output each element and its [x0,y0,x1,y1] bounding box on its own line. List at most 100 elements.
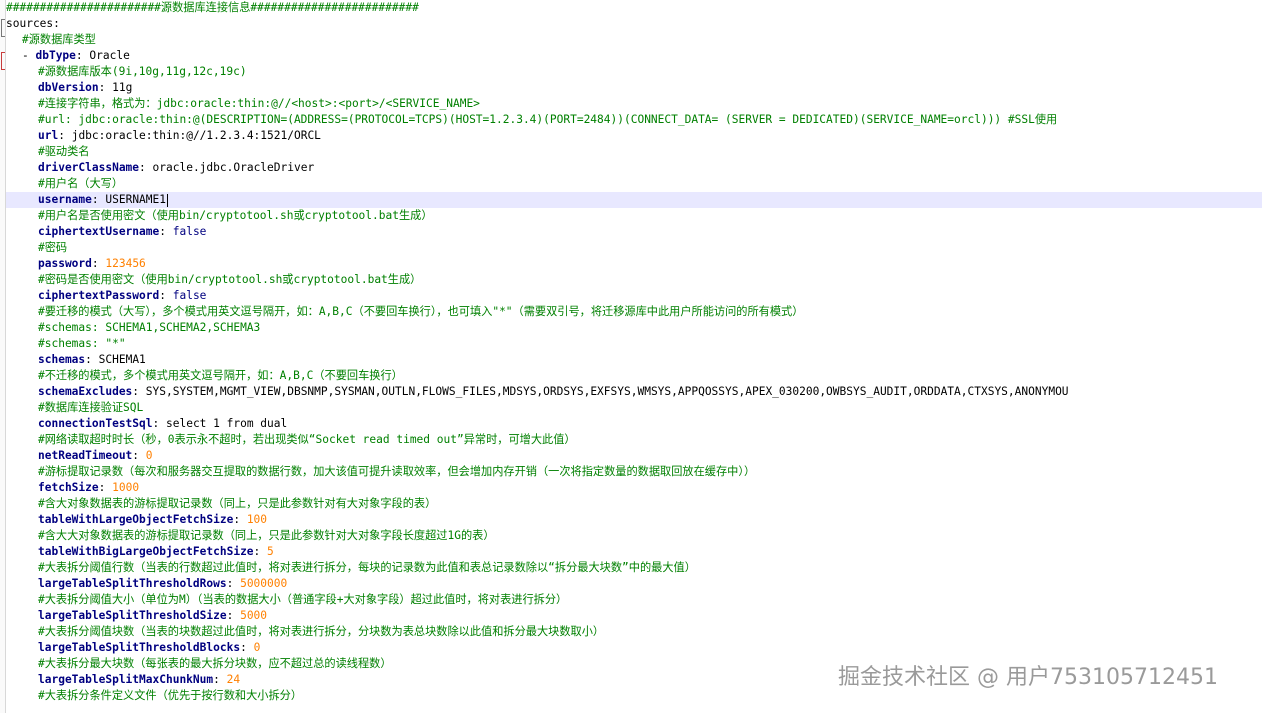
text-caret [167,193,168,207]
code-line[interactable]: netReadTimeout: 0 [6,448,1262,464]
config-key: ciphertextUsername [38,225,160,238]
list-dash: - [22,49,36,62]
code-line[interactable]: connectionTestSql: select 1 from dual [6,416,1262,432]
comment-text: #游标提取记录数（每次和服务器交互提取的数据行数，加大该值可提升读取效率，但会增… [38,465,756,478]
code-line[interactable]: tableWithLargeObjectFetchSize: 100 [6,512,1262,528]
config-value: 5000000 [240,577,288,590]
code-line[interactable]: #源数据库版本(9i,10g,11g,12c,19c) [6,64,1262,80]
comment-text: #不迁移的模式，多个模式用英文逗号隔开，如：A,B,C（不要回车换行） [38,369,403,382]
code-line[interactable]: #密码 [6,240,1262,256]
key-separator: : [226,609,241,622]
key-separator: : [132,385,146,398]
code-line[interactable]: largeTableSplitThresholdRows: 5000000 [6,576,1262,592]
code-line[interactable]: #schemas: "*" [6,336,1262,352]
code-line[interactable]: largeTableSplitThresholdSize: 5000 [6,608,1262,624]
key-separator: : [233,513,247,526]
comment-text: #密码 [38,241,68,254]
comment-text: #网络读取超时时长（秒，0表示永不超时，若出现类似“Socket read ti… [38,433,576,446]
watermark: 掘金技术社区 @ 用户753105712451 [838,665,1218,690]
config-key: username [38,193,92,206]
config-value: USERNAME1 [105,193,166,206]
code-line[interactable]: fetchSize: 1000 [6,480,1262,496]
comment-text: #用户名（大写） [38,177,124,190]
comment-text: #连接字符串，格式为：jdbc:oracle:thin:@//<host>:<p… [38,97,480,110]
key-separator: : [159,225,173,238]
code-lines: #######################源数据库连接信息#########… [6,0,1262,704]
config-value: oracle.jdbc.OracleDriver [152,161,315,174]
config-value: SCHEMA1 [98,353,146,366]
config-key: largeTableSplitThresholdBlocks [38,641,241,654]
comment-text: #源数据库版本(9i,10g,11g,12c,19c) [38,65,247,78]
code-line[interactable]: #大表拆分阈值大小（单位为M）（当表的数据大小（普通字段+大对象字段）超过此值时… [6,592,1262,608]
key-separator: : [58,129,72,142]
key-separator: : [91,257,106,270]
code-line[interactable]: password: 123456 [6,256,1262,272]
code-line[interactable]: sources: [6,16,1262,32]
config-value: SYS,SYSTEM,MGMT_VIEW,DBSNMP,SYSMAN,OUTLN… [145,385,1069,398]
config-key: password [38,257,92,270]
config-key: tableWithBigLargeObjectFetchSize [38,545,254,558]
code-line[interactable]: tableWithBigLargeObjectFetchSize: 5 [6,544,1262,560]
code-line[interactable]: #不迁移的模式，多个模式用英文逗号隔开，如：A,B,C（不要回车换行） [6,368,1262,384]
code-line[interactable]: #url: jdbc:oracle:thin:@(DESCRIPTION=(AD… [6,112,1262,128]
fold-marker-sources[interactable] [1,19,5,37]
config-key: fetchSize [38,481,99,494]
code-line[interactable]: #用户名是否使用密文（使用bin/cryptotool.sh或cryptotoo… [6,208,1262,224]
config-value: 0 [253,641,261,654]
config-value: 5000 [240,609,268,622]
code-line[interactable]: #含大对象数据表的游标提取记录数（同上，只是此参数针对有大对象字段的表） [6,496,1262,512]
config-key: sources [6,17,54,30]
key-separator: : [213,673,227,686]
code-line[interactable]: ciphertextPassword: false [6,288,1262,304]
code-line[interactable]: dbVersion: 11g [6,80,1262,96]
config-key: url [38,129,59,142]
key-separator: : [139,161,153,174]
comment-text: #含大大对象数据表的游标提取记录数（同上，只是此参数针对大对象字段长度超过1G的… [38,529,495,542]
config-value: 24 [226,673,241,686]
comment-text: #url: jdbc:oracle:thin:@(DESCRIPTION=(AD… [38,113,1058,126]
config-key: largeTableSplitMaxChunkNum [38,673,214,686]
code-line[interactable]: #要迁移的模式（大写），多个模式用英文逗号隔开，如：A,B,C（不要回车换行），… [6,304,1262,320]
key-separator: : [98,481,113,494]
code-line[interactable]: #用户名（大写） [6,176,1262,192]
code-line[interactable]: largeTableSplitThresholdBlocks: 0 [6,640,1262,656]
code-line[interactable]: schemas: SCHEMA1 [6,352,1262,368]
config-key: netReadTimeout [38,449,133,462]
code-line-current[interactable]: username: USERNAME1 [6,192,1262,208]
code-line[interactable]: #######################源数据库连接信息#########… [6,0,1262,16]
code-line[interactable]: #源数据库类型 [6,32,1262,48]
comment-text: #用户名是否使用密文（使用bin/cryptotool.sh或cryptotoo… [38,209,433,222]
config-value: 0 [145,449,153,462]
key-separator: : [98,81,113,94]
key-separator: : [75,49,90,62]
code-line[interactable]: #连接字符串，格式为：jdbc:oracle:thin:@//<host>:<p… [6,96,1262,112]
code-line[interactable]: #数据库连接验证SQL [6,400,1262,416]
key-separator: : [159,289,173,302]
code-line[interactable]: #网络读取超时时长（秒，0表示永不超时，若出现类似“Socket read ti… [6,432,1262,448]
fold-marker-list-item[interactable] [1,52,5,70]
comment-text: #schemas: "*" [38,337,126,350]
code-line[interactable]: ciphertextUsername: false [6,224,1262,240]
config-key: schemas [38,353,86,366]
code-line[interactable]: #大表拆分阈值行数（当表的行数超过此值时，将对表进行拆分，每块的记录数为此值和表… [6,560,1262,576]
config-key: driverClassName [38,161,140,174]
code-editor[interactable]: #######################源数据库连接信息#########… [0,0,1262,713]
code-line[interactable]: #大表拆分阈值块数（当表的块数超过此值时，将对表进行拆分，分块数为表总块数除以此… [6,624,1262,640]
code-line[interactable]: #密码是否使用密文（使用bin/cryptotool.sh或cryptotool… [6,272,1262,288]
code-line[interactable]: driverClassName: oracle.jdbc.OracleDrive… [6,160,1262,176]
code-line[interactable]: schemaExcludes: SYS,SYSTEM,MGMT_VIEW,DBS… [6,384,1262,400]
code-line[interactable]: url: jdbc:oracle:thin:@//1.2.3.4:1521/OR… [6,128,1262,144]
config-key: tableWithLargeObjectFetchSize [38,513,234,526]
config-key: ciphertextPassword [38,289,160,302]
code-line[interactable]: #游标提取记录数（每次和服务器交互提取的数据行数，加大该值可提升读取效率，但会增… [6,464,1262,480]
key-separator: : [152,417,166,430]
code-line[interactable]: #schemas: SCHEMA1,SCHEMA2,SCHEMA3 [6,320,1262,336]
comment-text: #含大对象数据表的游标提取记录数（同上，只是此参数针对有大对象字段的表） [38,497,437,510]
code-line[interactable]: #驱动类名 [6,144,1262,160]
code-line[interactable]: #含大大对象数据表的游标提取记录数（同上，只是此参数针对大对象字段长度超过1G的… [6,528,1262,544]
key-separator: : [132,449,146,462]
comment-text: #大表拆分阈值大小（单位为M）（当表的数据大小（普通字段+大对象字段）超过此值时… [38,593,568,606]
code-line[interactable]: - dbType: Oracle [6,48,1262,64]
comment-text: #驱动类名 [38,145,90,158]
config-value: jdbc:oracle:thin:@//1.2.3.4:1521/ORCL [71,129,321,142]
